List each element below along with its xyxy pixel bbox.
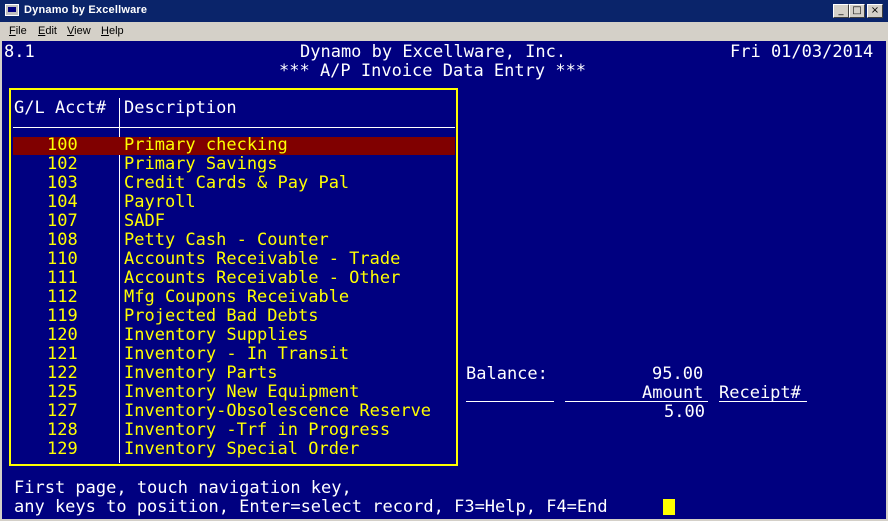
table-row-desc[interactable]: Inventory - In Transit (124, 345, 349, 364)
maximize-button[interactable]: □ (849, 4, 865, 18)
column-header-description: Description (124, 98, 237, 118)
close-button[interactable]: × (867, 4, 883, 18)
terminal-screen[interactable]: 8.1 Dynamo by Excellware, Inc. Fri 01/03… (2, 41, 886, 519)
receipt-column-header: Receipt# (719, 383, 801, 403)
menu-view[interactable]: View (67, 25, 91, 37)
text-cursor (663, 499, 675, 515)
table-row-acct[interactable]: 104 (47, 193, 78, 212)
version-label: 8.1 (4, 42, 35, 62)
table-row-acct[interactable]: 127 (47, 402, 78, 421)
date-display: Fri 01/03/2014 (730, 42, 874, 62)
table-row-desc[interactable]: Projected Bad Debts (124, 307, 318, 326)
table-row-acct[interactable]: 111 (47, 269, 78, 288)
table-row-desc[interactable]: Inventory -Trf in Progress (124, 421, 390, 440)
table-row-desc[interactable]: Accounts Receivable - Trade (124, 250, 400, 269)
screen-title: *** A/P Invoice Data Entry *** (279, 61, 587, 81)
table-row-desc[interactable]: Primary checking (124, 136, 288, 155)
menu-bar: File Edit View Help (0, 22, 888, 41)
table-row-acct[interactable]: 129 (47, 440, 78, 459)
table-row-acct[interactable]: 120 (47, 326, 78, 345)
table-row-acct[interactable]: 128 (47, 421, 78, 440)
prompt-line-1: First page, touch navigation key, (14, 478, 352, 498)
balance-value: 95.00 (652, 364, 704, 384)
menu-edit[interactable]: Edit (38, 25, 57, 37)
window-title: Dynamo by Excellware (24, 4, 148, 16)
table-row-desc[interactable]: Primary Savings (124, 155, 278, 174)
header-divider (13, 127, 455, 128)
window-titlebar[interactable]: Dynamo by Excellware _ □ × (0, 0, 888, 22)
table-row-desc[interactable]: Accounts Receivable - Other (124, 269, 400, 288)
table-row-acct[interactable]: 112 (47, 288, 78, 307)
table-row-desc[interactable]: Inventory Special Order (124, 440, 359, 459)
amount-column-header: Amount (642, 383, 704, 403)
table-row-acct[interactable]: 108 (47, 231, 78, 250)
table-row-acct[interactable]: 107 (47, 212, 78, 231)
table-row-acct[interactable]: 102 (47, 155, 78, 174)
column-header-acct: G/L Acct# (14, 98, 107, 118)
table-row-desc[interactable]: Payroll (124, 193, 196, 212)
table-row-desc[interactable]: Inventory-Obsolescence Reserve (124, 402, 431, 421)
prompt-line-2: any keys to position, Enter=select recor… (14, 497, 608, 517)
table-row-desc[interactable]: SADF (124, 212, 165, 231)
table-row-acct[interactable]: 110 (47, 250, 78, 269)
table-row-desc[interactable]: Petty Cash - Counter (124, 231, 329, 250)
table-row-desc[interactable]: Inventory Supplies (124, 326, 308, 345)
app-icon (5, 4, 19, 16)
table-row-acct[interactable]: 125 (47, 383, 78, 402)
balance-label: Balance: (466, 364, 548, 384)
table-row-desc[interactable]: Credit Cards & Pay Pal (124, 174, 349, 193)
menu-help[interactable]: Help (101, 25, 124, 37)
table-row-acct[interactable]: 119 (47, 307, 78, 326)
company-name: Dynamo by Excellware, Inc. (300, 42, 567, 62)
menu-file[interactable]: File (9, 25, 27, 37)
table-row-desc[interactable]: Inventory Parts (124, 364, 278, 383)
minimize-button[interactable]: _ (833, 4, 849, 18)
table-row-acct[interactable]: 122 (47, 364, 78, 383)
table-row-acct[interactable]: 103 (47, 174, 78, 193)
amount-value[interactable]: 5.00 (664, 403, 705, 422)
table-row-desc[interactable]: Mfg Coupons Receivable (124, 288, 349, 307)
table-row-acct[interactable]: 100 (47, 136, 78, 155)
field-underline (466, 401, 554, 402)
table-row-desc[interactable]: Inventory New Equipment (124, 383, 359, 402)
table-row-acct[interactable]: 121 (47, 345, 78, 364)
